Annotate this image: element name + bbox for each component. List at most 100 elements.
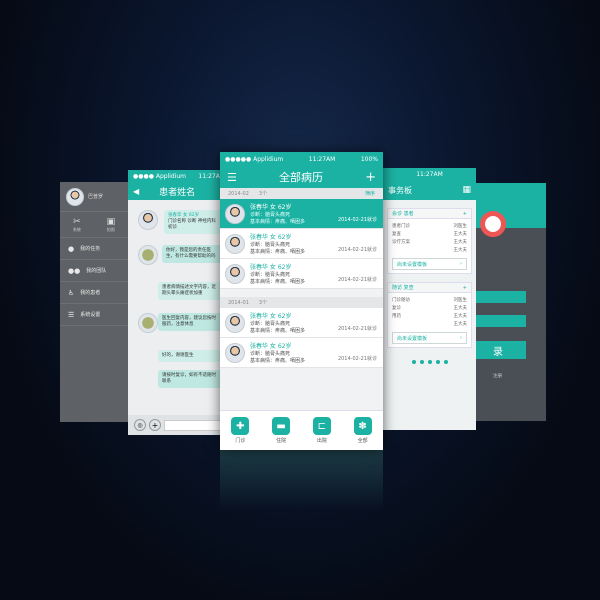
table-row[interactable]: 张春华 女 62岁 诊断：脑膏头痛死 基本病情：疼痛、哂困多 2014-02-21就诊: [220, 259, 383, 289]
table-row[interactable]: 张春华 女 62岁 诊断：脑膏头痛死 基本病情：疼痛、哂困多 2014-02-21就诊: [220, 338, 383, 368]
page-title: 事务板: [388, 185, 412, 195]
back-icon[interactable]: ◀: [133, 187, 139, 196]
diagnosis: 诊断：脑膏头痛死: [250, 212, 291, 218]
menu-my-team[interactable]: ●● 我的团队: [60, 260, 128, 282]
template-button[interactable]: 尚未设置模板 ›: [392, 258, 467, 270]
login-button[interactable]: 录: [470, 341, 526, 359]
table-row[interactable]: 张春华 女 62岁 诊断：脑膏头痛死 基本病情：疼痛、哂困多 2014-02-21就诊: [220, 308, 383, 338]
condition: 基本病情：疼痛、哂困多: [250, 249, 306, 255]
list-icon: ☰: [68, 310, 75, 319]
username-field[interactable]: [470, 291, 526, 303]
task-board-screen: 11:27AM 事务板 ▦ 会诊 患者 + 患者门诊 刘医生 复查 王大夫 诊疗方案王…: [383, 168, 476, 430]
patient-name: 张春华 女 62岁: [250, 264, 292, 271]
message-bubble: 张春华 女 62岁 门诊名称 诊断 神经内科 初诊: [164, 210, 222, 234]
add-icon[interactable]: +: [463, 211, 467, 217]
message-bubble: 医生回复内容，建议您按时服药，注意休息: [158, 313, 222, 331]
condition: 基本病情：疼痛、哂困多: [250, 358, 306, 364]
login-screen: 录 注册: [470, 183, 546, 421]
visit-date: 2014-02-21就诊: [337, 356, 377, 362]
chevron-right-icon: ›: [460, 261, 462, 267]
avatar: [138, 210, 158, 230]
register-link[interactable]: 注册: [493, 373, 502, 379]
list-item: 复诊 王大夫: [392, 306, 467, 311]
template-button[interactable]: 尚未设置模板 ›: [392, 332, 467, 344]
menu-settings[interactable]: ☰ 系统设置: [60, 304, 128, 326]
person-icon: ●: [68, 244, 75, 253]
avatar: [138, 313, 158, 333]
list-item: 用药 王大夫: [392, 314, 467, 319]
menu-my-tasks[interactable]: ● 我的任务: [60, 238, 128, 260]
condition: 基本病情：疼痛、哂困多: [250, 219, 306, 225]
table-row[interactable]: 张春华 女 62岁 诊断：脑膏头痛死 基本病情：疼痛、哂困多 2014-02-21就诊: [220, 199, 383, 229]
tab-discharged[interactable]: ⊏ 出院: [312, 417, 331, 444]
bed-icon: ▬: [272, 417, 291, 435]
add-icon[interactable]: +: [463, 285, 467, 291]
visit-date: 2014-02-21就诊: [337, 326, 377, 332]
list-item: 王大夫: [453, 322, 468, 327]
user-header: 巴普罗: [60, 182, 128, 212]
patient-name: 张春华 女 62岁: [250, 313, 292, 320]
user-name: 巴普罗: [88, 194, 104, 200]
diagnosis: 诊断：脑膏头痛死: [250, 351, 291, 357]
plus-icon[interactable]: +: [149, 419, 161, 431]
tab-inpatient[interactable]: ▬ 住院: [272, 417, 291, 444]
chat-screen: ●●●● Applidium 11:27AM ◀ 患者姓名 张春华 女 62岁 门诊…: [128, 170, 230, 435]
add-icon[interactable]: +: [365, 170, 376, 185]
condition: 基本病情：疼痛、哂困多: [250, 328, 306, 334]
voice-icon[interactable]: ◎: [134, 419, 146, 431]
avatar[interactable]: [66, 187, 84, 206]
tab-outpatient[interactable]: ✚ 门诊: [231, 417, 250, 444]
patient-icon: ♿: [68, 288, 75, 297]
avatar: [225, 203, 245, 224]
visit-date: 2014-02-21就诊: [337, 277, 377, 283]
page-indicator[interactable]: [383, 360, 476, 364]
message-bubble: 患者病情描述文字内容，近期头晕头痛症状加重: [158, 282, 222, 300]
page-title: 全部病历: [278, 171, 323, 184]
bottom-tab-bar: ✚ 门诊 ▬ 住院 ⊏ 出院 ✽ 全部: [220, 410, 383, 450]
diagnosis: 诊断：脑膏头痛死: [250, 321, 291, 327]
visit-date: 2014-02-21就诊: [337, 217, 377, 223]
avatar: [225, 342, 245, 363]
camera-icon: ▣: [106, 216, 116, 227]
list-item: 患者门诊 刘医生: [392, 224, 467, 229]
list-item: 门诊随访 刘医生: [392, 298, 467, 303]
reflection: [220, 450, 383, 510]
list-item: 王大夫: [453, 248, 468, 253]
calendar-icon[interactable]: ▦: [462, 185, 471, 195]
password-field[interactable]: [470, 315, 526, 327]
system-button[interactable]: ✂ 系统: [73, 217, 81, 233]
condition: 基本病情：疼痛、哂困多: [250, 279, 306, 285]
chevron-right-icon: ›: [460, 335, 462, 341]
diagnosis: 诊断：脑膏头痛死: [250, 272, 291, 278]
group-header: 2014-01 3个: [220, 297, 383, 308]
visit-date: 2014-02-21就诊: [337, 247, 377, 253]
diagnosis: 诊断：脑膏头痛死: [250, 242, 291, 248]
avatar: [138, 245, 158, 265]
battery: 100%: [360, 155, 378, 163]
message-input[interactable]: [164, 419, 224, 431]
side-menu-screen: 巴普罗 ✂ 系统 ▣ 拍照 ● 我的任务 ●● 我的团队 ♿ 我的患者 ☰ 系统设置: [60, 182, 128, 422]
filter-button[interactable]: 筛序: [365, 190, 375, 197]
clock: 11:27AM: [308, 155, 336, 163]
group-header: 2014-02 3个 筛序: [220, 188, 383, 199]
camera-button[interactable]: ▣ 拍照: [107, 217, 116, 233]
menu-my-patients[interactable]: ♿ 我的患者: [60, 282, 128, 304]
logo-icon: [480, 211, 506, 237]
clinic-icon: ✚: [231, 417, 250, 435]
page-title: 患者姓名: [159, 187, 196, 198]
avatar: [225, 233, 245, 254]
avatar: [225, 312, 245, 333]
team-icon: ●●: [68, 266, 81, 275]
tab-all[interactable]: ✽ 全部: [353, 417, 372, 444]
list-item: 复查 王大夫: [392, 232, 467, 237]
table-row[interactable]: 张春华 女 62岁 诊断：脑膏头痛死 基本病情：疼痛、哂困多 2014-02-21就诊: [220, 229, 383, 259]
gear-icon: ✽: [353, 417, 372, 435]
message-bubble: 你好，我是您的责任医生，有什么需要帮助的吗: [162, 245, 222, 263]
all-records-screen: ●●●●● Applidium 11:27AM 100% ☰ 全部病历 + 20…: [220, 152, 383, 450]
avatar: [225, 263, 245, 284]
message-bubble: 好的，谢谢医生: [158, 350, 222, 362]
patient-name: 张春华 女 62岁: [250, 204, 292, 211]
menu-icon[interactable]: ☰: [227, 171, 237, 184]
discharge-icon: ⊏: [312, 417, 331, 435]
message-bubble: 请按时复诊，如有不适随时联系: [158, 370, 222, 388]
